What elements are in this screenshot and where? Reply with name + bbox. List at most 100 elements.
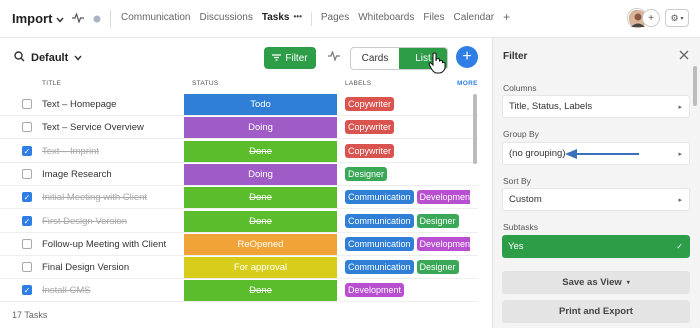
tab-communication[interactable]: Communication: [121, 12, 190, 26]
tab-tasks[interactable]: Tasks: [262, 12, 290, 26]
header-more-link[interactable]: MORE: [457, 80, 478, 87]
label-tag[interactable]: Communication: [345, 236, 414, 251]
print-export-button[interactable]: Print and Export: [502, 300, 690, 323]
gear-icon[interactable]: ⚙ ▾: [665, 9, 689, 27]
header-status[interactable]: STATUS: [192, 80, 218, 87]
tab-calendar[interactable]: Calendar: [454, 12, 495, 26]
tab-more-icon[interactable]: •••: [293, 12, 301, 26]
save-as-view-label: Save as View: [562, 277, 622, 288]
project-name: Import: [12, 11, 53, 26]
task-title[interactable]: Text – Service Overview: [42, 122, 144, 133]
label-tag[interactable]: Copywriter: [345, 120, 395, 135]
task-title[interactable]: Text – Imprint: [42, 146, 99, 157]
activity-icon[interactable]: [72, 12, 84, 26]
table-row[interactable]: ✓ Initial Meeting with Client Done Communic…: [0, 186, 478, 210]
subtasks-value: Yes: [508, 241, 524, 252]
status-badge[interactable]: Done: [184, 140, 337, 162]
status-badge[interactable]: Done: [184, 187, 337, 209]
dropdown-caret-icon: ▸: [678, 103, 682, 111]
task-checkbox[interactable]: [22, 122, 32, 133]
panel-scrollbar[interactable]: [693, 66, 697, 106]
task-title[interactable]: Final Design Version: [42, 262, 129, 273]
tab-files[interactable]: Files: [423, 12, 444, 26]
close-icon[interactable]: [679, 48, 689, 63]
header-title[interactable]: TITLE: [42, 80, 61, 87]
tab-discussions[interactable]: Discussions: [199, 12, 252, 26]
add-member-plus-icon[interactable]: +: [642, 9, 660, 27]
task-checkbox[interactable]: ✓: [22, 192, 32, 203]
label-tag[interactable]: Communication: [345, 213, 414, 228]
task-title[interactable]: Initial Meeting with Client: [42, 192, 147, 203]
status-badge[interactable]: Done: [184, 210, 337, 232]
pulse-icon[interactable]: [328, 50, 340, 64]
task-title[interactable]: First Design Version: [42, 216, 127, 227]
header-labels[interactable]: LABELS: [345, 80, 371, 87]
status-badge[interactable]: Doing: [184, 117, 337, 139]
labels-cell: Communication Development: [345, 190, 470, 205]
table-row[interactable]: Text – Service Overview Doing Copywriter: [0, 116, 478, 140]
status-dot-icon: [93, 14, 101, 26]
task-checkbox[interactable]: ✓: [22, 215, 32, 226]
save-as-view-button[interactable]: Save as View ▾: [502, 271, 690, 294]
sort-by-value: Custom: [509, 194, 542, 205]
tab-pages[interactable]: Pages: [321, 12, 349, 26]
project-switcher[interactable]: Import: [12, 11, 64, 26]
table-row[interactable]: Image Research Doing Designer: [0, 163, 478, 186]
label-tag[interactable]: Designer: [416, 260, 459, 275]
top-bar: Import Communication Discussions Tasks •…: [0, 0, 700, 38]
group-by-value: (no grouping): [509, 148, 566, 159]
task-title[interactable]: Install CMS: [42, 285, 91, 296]
status-badge[interactable]: For approval: [184, 257, 337, 279]
panel-title: Filter: [503, 51, 528, 62]
columns-label: Columns: [503, 83, 537, 93]
tab-whiteboards[interactable]: Whiteboards: [358, 12, 414, 26]
label-tag[interactable]: Communication: [345, 260, 414, 275]
status-badge[interactable]: Done: [184, 280, 337, 302]
labels-cell: Communication Designer: [345, 213, 470, 228]
labels-cell: Development: [345, 283, 470, 298]
label-tag[interactable]: Communication: [345, 190, 414, 205]
divider: [310, 12, 312, 26]
label-tag[interactable]: Designer: [345, 166, 388, 181]
task-checkbox[interactable]: ✓: [22, 285, 32, 296]
task-checkbox[interactable]: [22, 238, 32, 249]
label-tag[interactable]: Development: [416, 236, 470, 251]
task-checkbox[interactable]: [22, 99, 32, 109]
filter-button[interactable]: Filter: [264, 47, 316, 69]
task-title[interactable]: Text – Homepage: [42, 99, 116, 110]
filter-label: Filter: [285, 52, 308, 64]
table-row[interactable]: Final Design Version For approval Communic…: [0, 256, 478, 280]
task-title[interactable]: Image Research: [42, 169, 112, 180]
table-row[interactable]: ✓ Text – Imprint Done Copywriter: [0, 140, 478, 163]
add-tab-plus-icon[interactable]: +: [503, 10, 510, 26]
label-tag[interactable]: Designer: [416, 213, 459, 228]
chevron-down-icon: ▾: [626, 280, 630, 286]
table-row[interactable]: Text – Homepage Todo Copywriter: [0, 93, 478, 116]
task-checkbox[interactable]: [22, 168, 32, 179]
table-row[interactable]: Follow-up Meeting with Client ReOpened Com…: [0, 233, 478, 256]
task-checkbox[interactable]: ✓: [22, 145, 32, 156]
table-scrollbar[interactable]: [473, 94, 477, 164]
add-task-button[interactable]: +: [456, 46, 478, 68]
subtasks-label: Subtasks: [503, 222, 538, 232]
label-tag[interactable]: Development: [416, 190, 470, 205]
status-badge[interactable]: ReOpened: [184, 233, 337, 255]
task-list-area: Default Filter Cards List + TITLE STATUS…: [0, 38, 492, 328]
label-tag[interactable]: Copywriter: [345, 143, 395, 158]
status-badge[interactable]: Todo: [184, 94, 337, 115]
table-row[interactable]: ✓ Install CMS Done Development: [0, 279, 478, 303]
task-title[interactable]: Follow-up Meeting with Client: [42, 239, 166, 250]
label-tag[interactable]: Copywriter: [345, 97, 395, 111]
view-name: Default: [31, 52, 69, 64]
table-row[interactable]: ✓ First Design Version Done Communication De…: [0, 210, 478, 233]
search-icon[interactable]: [14, 51, 25, 65]
subtasks-select[interactable]: Yes ✓: [502, 235, 690, 258]
view-selector[interactable]: Default: [14, 51, 82, 65]
columns-select[interactable]: Title, Status, Labels ▸: [502, 95, 690, 118]
cards-view-button[interactable]: Cards: [351, 48, 399, 69]
group-by-label: Group By: [503, 129, 539, 139]
sort-by-select[interactable]: Custom ▸: [502, 188, 690, 211]
status-badge[interactable]: Doing: [184, 163, 337, 185]
label-tag[interactable]: Development: [345, 283, 405, 298]
task-checkbox[interactable]: [22, 262, 32, 273]
